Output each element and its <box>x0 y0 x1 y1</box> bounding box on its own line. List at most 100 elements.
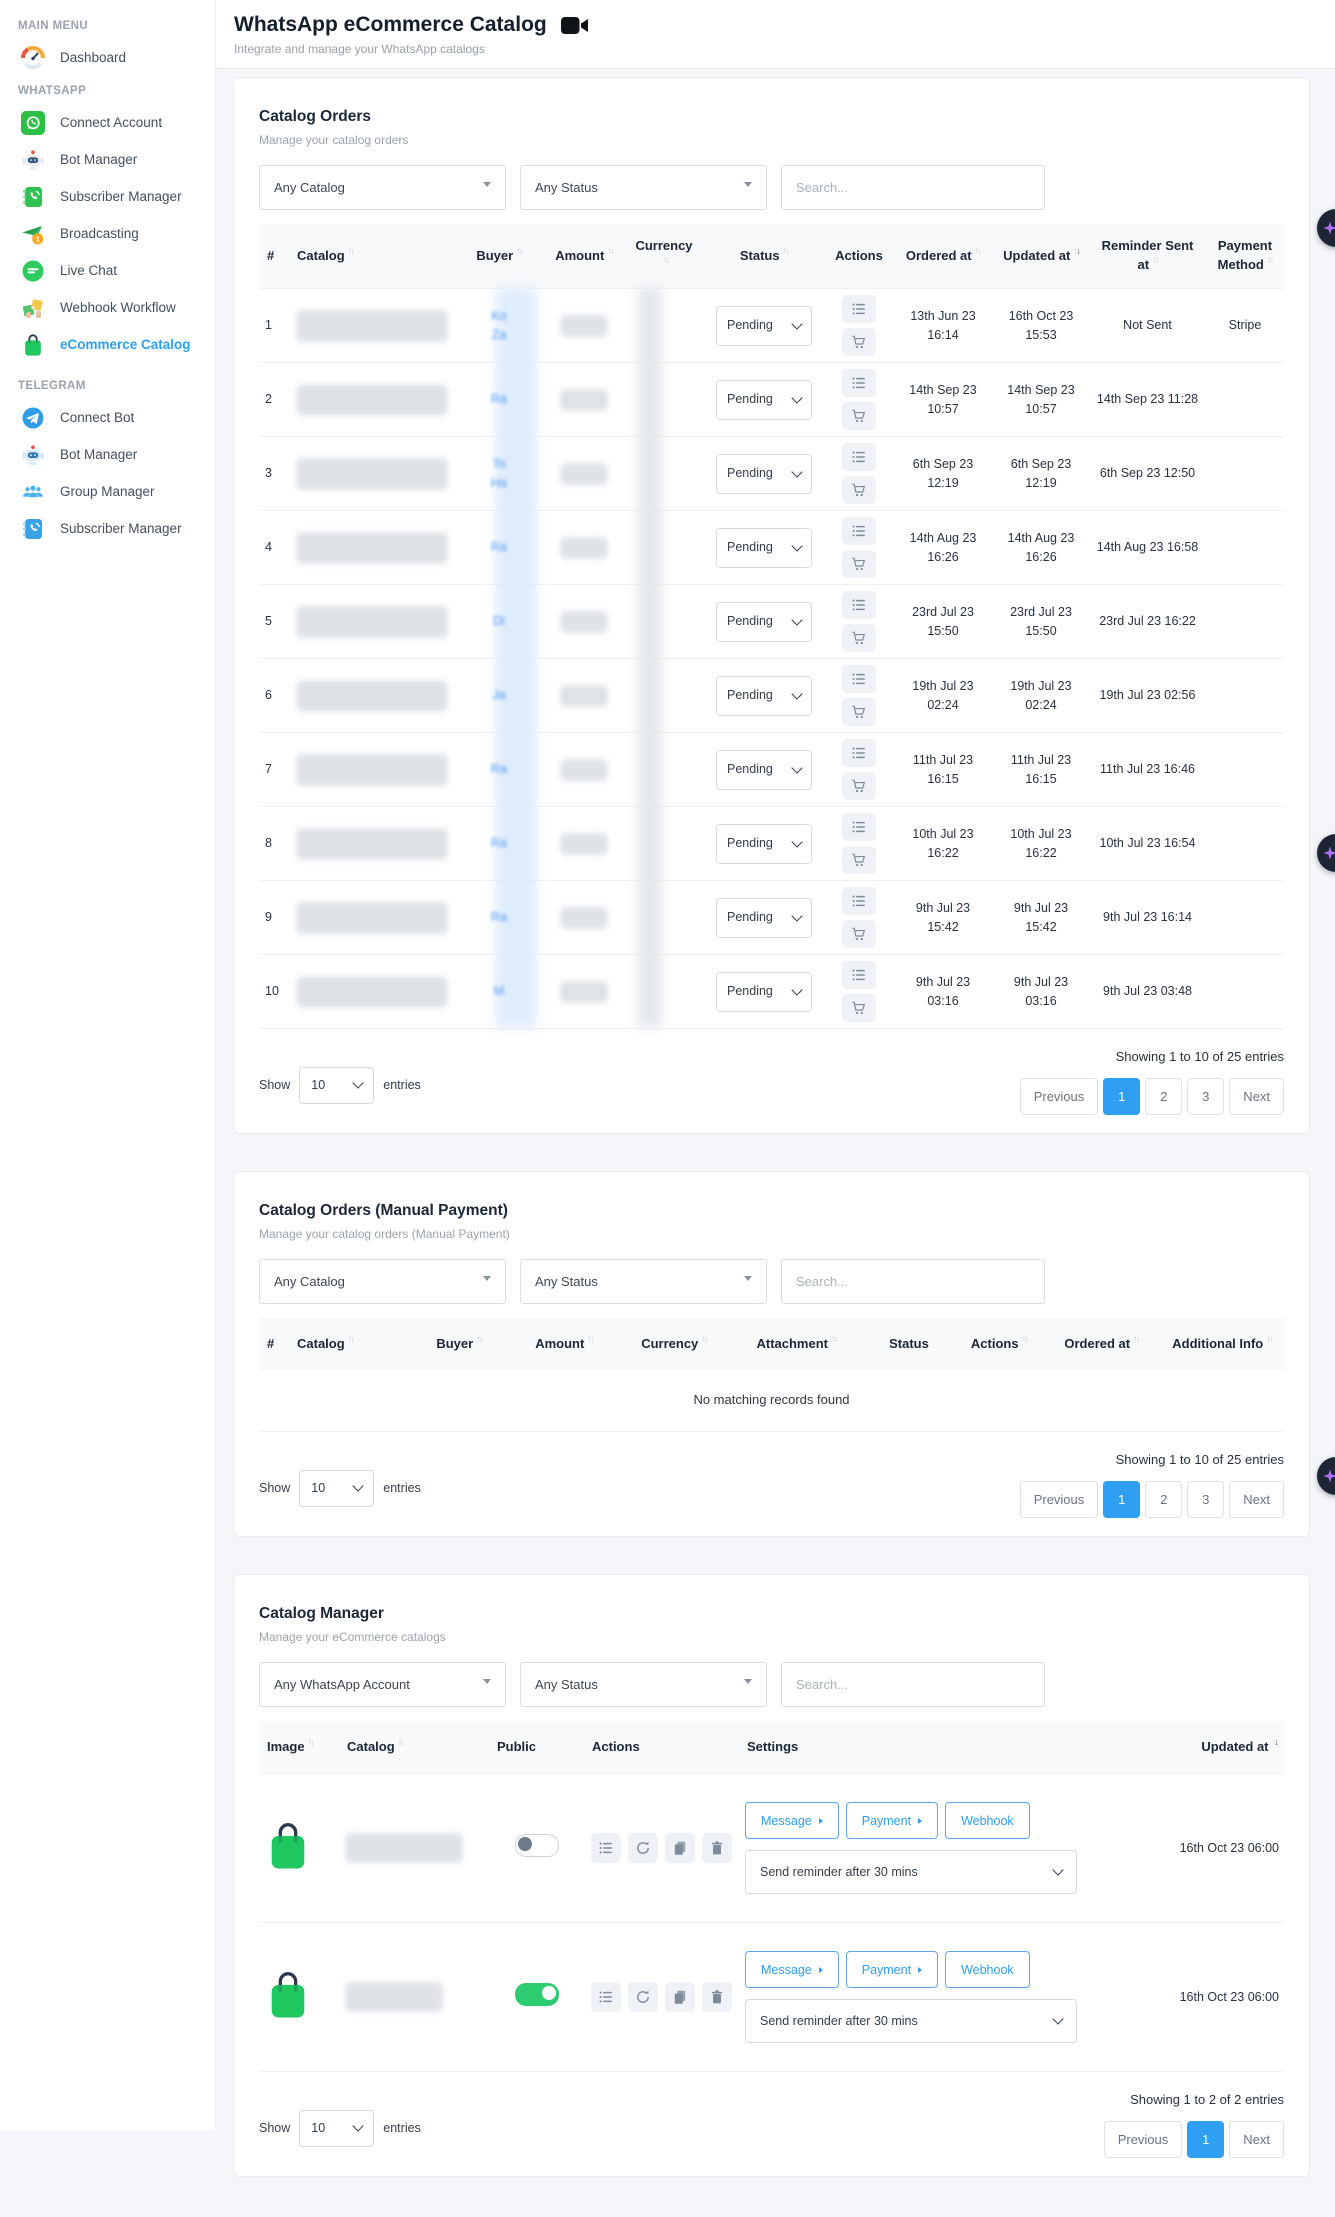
cart-button[interactable] <box>842 994 876 1022</box>
previous-page-button[interactable]: Previous <box>1020 1481 1099 1518</box>
table-row: 2 Ra Pending 14th Sep 23 10:57 14th Sep … <box>259 362 1284 436</box>
order-details-button[interactable] <box>842 665 876 693</box>
order-status-select[interactable]: Pending <box>716 676 812 716</box>
copy-button[interactable] <box>665 1833 695 1863</box>
status-filter-select[interactable]: Any Status <box>520 1662 767 1707</box>
order-details-button[interactable] <box>842 369 876 397</box>
delete-button[interactable] <box>702 1982 732 2012</box>
public-toggle-off[interactable] <box>515 1834 559 1857</box>
status-filter-select[interactable]: Any Status <box>520 1259 767 1304</box>
page-button-1[interactable]: 1 <box>1103 1078 1140 1115</box>
next-page-button[interactable]: Next <box>1229 1481 1284 1518</box>
buyer-link[interactable]: Ra <box>491 834 507 853</box>
order-details-button[interactable] <box>842 591 876 619</box>
previous-page-button[interactable]: Previous <box>1104 2121 1183 2158</box>
order-status-select[interactable]: Pending <box>716 824 812 864</box>
catalog-filter-select[interactable]: Any Catalog <box>259 165 506 210</box>
sidebar-item-ecommerce-catalog[interactable]: eCommerce Catalog <box>16 327 203 362</box>
items-list-button[interactable] <box>591 1982 621 2012</box>
sidebar-item-bot-manager-tg[interactable]: Bot Manager <box>16 437 203 472</box>
next-page-button[interactable]: Next <box>1229 2121 1284 2158</box>
order-details-button[interactable] <box>842 887 876 915</box>
sidebar-item-connect-account[interactable]: Connect Account <box>16 105 203 140</box>
buyer-link[interactable]: Ko Za <box>491 307 506 345</box>
message-settings-button[interactable]: Message <box>745 1951 839 1988</box>
order-status-select[interactable]: Pending <box>716 306 812 346</box>
public-toggle-on[interactable] <box>515 1983 559 2006</box>
items-list-button[interactable] <box>591 1833 621 1863</box>
cart-button[interactable] <box>842 328 876 356</box>
order-details-button[interactable] <box>842 813 876 841</box>
sidebar-item-live-chat[interactable]: Live Chat <box>16 253 203 288</box>
sync-button[interactable] <box>628 1982 658 2012</box>
order-details-button[interactable] <box>842 739 876 767</box>
buyer-link[interactable]: Ra <box>491 538 507 557</box>
cart-button[interactable] <box>842 698 876 726</box>
sidebar-item-webhook-workflow[interactable]: Webhook Workflow <box>16 290 203 325</box>
delete-button[interactable] <box>702 1833 732 1863</box>
message-settings-button[interactable]: Message <box>745 1802 839 1839</box>
next-page-button[interactable]: Next <box>1229 1078 1284 1115</box>
catalog-filter-select[interactable]: Any Catalog <box>259 1259 506 1304</box>
order-status-select[interactable]: Pending <box>716 454 812 494</box>
buyer-link[interactable]: Ja <box>492 686 505 705</box>
search-input[interactable] <box>781 165 1045 210</box>
sidebar-item-broadcasting[interactable]: 1 Broadcasting <box>16 216 203 251</box>
search-input[interactable] <box>781 1662 1045 1707</box>
reminder-select[interactable]: Send reminder after 30 mins <box>745 1999 1077 2043</box>
previous-page-button[interactable]: Previous <box>1020 1078 1099 1115</box>
order-status-select[interactable]: Pending <box>716 750 812 790</box>
page-size-select[interactable]: 10 <box>299 2110 374 2147</box>
page-button-3[interactable]: 3 <box>1187 1481 1224 1518</box>
video-tutorial-icon[interactable] <box>561 16 589 35</box>
sync-button[interactable] <box>628 1833 658 1863</box>
cart-button[interactable] <box>842 402 876 430</box>
sort-icon: ↑↓ <box>783 245 789 259</box>
cart-button[interactable] <box>842 772 876 800</box>
order-status-select[interactable]: Pending <box>716 972 812 1012</box>
order-status-select[interactable]: Pending <box>716 380 812 420</box>
sidebar-item-bot-manager-wa[interactable]: Bot Manager <box>16 142 203 177</box>
cart-button[interactable] <box>842 920 876 948</box>
buyer-link[interactable]: Ra <box>491 760 507 779</box>
sidebar-item-subscriber-manager-wa[interactable]: Subscriber Manager <box>16 179 203 214</box>
reminder-select[interactable]: Send reminder after 30 mins <box>745 1850 1077 1894</box>
buyer-link[interactable]: To Ha <box>491 455 507 493</box>
sidebar-item-subscriber-manager-tg[interactable]: Subscriber Manager <box>16 511 203 546</box>
order-status-select[interactable]: Pending <box>716 528 812 568</box>
whatsapp-account-filter-select[interactable]: Any WhatsApp Account <box>259 1662 506 1707</box>
order-details-button[interactable] <box>842 295 876 323</box>
buyer-link[interactable]: Di <box>493 612 505 631</box>
catalog-name-blurred <box>296 680 448 712</box>
sidebar-item-connect-bot[interactable]: Connect Bot <box>16 400 203 435</box>
cart-button[interactable] <box>842 476 876 504</box>
cart-button[interactable] <box>842 846 876 874</box>
buyer-link[interactable]: Ra <box>491 908 507 927</box>
search-input[interactable] <box>781 1259 1045 1304</box>
order-details-button[interactable] <box>842 961 876 989</box>
page-button-2[interactable]: 2 <box>1145 1078 1182 1115</box>
page-button-3[interactable]: 3 <box>1187 1078 1224 1115</box>
page-size-select[interactable]: 10 <box>299 1470 374 1507</box>
copy-button[interactable] <box>665 1982 695 2012</box>
page-button-1[interactable]: 1 <box>1103 1481 1140 1518</box>
webhook-settings-button[interactable]: Webhook <box>945 1951 1030 1988</box>
arrow-right-icon <box>819 1967 823 1973</box>
buyer-link[interactable]: Ra <box>491 390 507 409</box>
cart-button[interactable] <box>842 550 876 578</box>
order-status-select[interactable]: Pending <box>716 602 812 642</box>
sidebar-item-group-manager[interactable]: Group Manager <box>16 474 203 509</box>
status-filter-select[interactable]: Any Status <box>520 165 767 210</box>
payment-settings-button[interactable]: Payment <box>846 1951 938 1988</box>
page-button-1[interactable]: 1 <box>1187 2121 1224 2158</box>
order-status-select[interactable]: Pending <box>716 898 812 938</box>
cart-button[interactable] <box>842 624 876 652</box>
page-size-select[interactable]: 10 <box>299 1067 374 1104</box>
page-button-2[interactable]: 2 <box>1145 1481 1182 1518</box>
sidebar-item-dashboard[interactable]: Dashboard <box>16 40 203 75</box>
order-details-button[interactable] <box>842 443 876 471</box>
webhook-settings-button[interactable]: Webhook <box>945 1802 1030 1839</box>
order-details-button[interactable] <box>842 517 876 545</box>
buyer-link[interactable]: M <box>494 982 504 1001</box>
payment-settings-button[interactable]: Payment <box>846 1802 938 1839</box>
